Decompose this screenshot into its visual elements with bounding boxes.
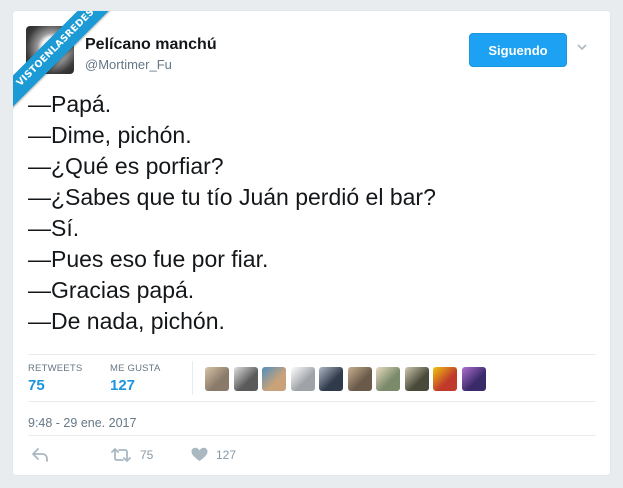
heart-icon bbox=[191, 447, 208, 461]
watermark-ribbon: VISTOENLASREDES bbox=[13, 11, 123, 121]
liker-avatar[interactable] bbox=[347, 367, 372, 391]
tweet-line: —Gracias papá. bbox=[28, 277, 195, 303]
chevron-down-icon[interactable] bbox=[576, 41, 588, 53]
following-button[interactable]: Siguendo bbox=[469, 33, 567, 67]
stats-separator bbox=[192, 361, 193, 395]
liker-avatar[interactable] bbox=[433, 367, 457, 391]
like-button[interactable]: 127 bbox=[191, 447, 236, 462]
reply-icon bbox=[32, 448, 48, 462]
retweet-count: 75 bbox=[140, 448, 154, 462]
watermark-text: VISTOENLASREDES bbox=[13, 11, 123, 116]
tweet-line: —¿Qué es porfiar? bbox=[28, 153, 224, 179]
tweet-line: —¿Sabes que tu tío Juán perdió el bar? bbox=[28, 184, 436, 210]
liker-avatar[interactable] bbox=[404, 367, 429, 391]
tweet-card: VISTOENLASREDES Pelícano manchú @Mortime… bbox=[12, 10, 611, 476]
tweet-line: —De nada, pichón. bbox=[28, 308, 225, 334]
divider bbox=[28, 354, 596, 355]
liker-avatars bbox=[205, 367, 486, 391]
liker-avatar[interactable] bbox=[461, 367, 486, 391]
likes-label: ME GUSTA bbox=[110, 363, 161, 374]
liker-avatar[interactable] bbox=[262, 367, 286, 391]
liker-avatar[interactable] bbox=[290, 367, 315, 391]
retweets-label: RETWEETS bbox=[28, 363, 83, 374]
tweet-line: —Sí. bbox=[28, 215, 80, 241]
divider bbox=[28, 435, 596, 436]
retweet-icon bbox=[111, 448, 131, 462]
liker-avatar[interactable] bbox=[233, 367, 258, 391]
tweet-timestamp[interactable]: 9:48 - 29 ene. 2017 bbox=[28, 416, 136, 430]
tweet-line: —Dime, pichón. bbox=[28, 122, 192, 148]
liker-avatar[interactable] bbox=[319, 367, 343, 391]
reply-button[interactable] bbox=[31, 447, 49, 463]
like-count: 127 bbox=[216, 447, 237, 462]
tweet-line: —Pues eso fue por fiar. bbox=[28, 246, 269, 272]
divider bbox=[28, 401, 596, 402]
liker-avatar[interactable] bbox=[376, 367, 400, 391]
retweets-count[interactable]: 75 bbox=[28, 377, 45, 394]
likes-count[interactable]: 127 bbox=[110, 377, 135, 394]
liker-avatar[interactable] bbox=[205, 367, 229, 391]
tweet-text: —Papá. —Dime, pichón. —¿Qué es porfiar? … bbox=[28, 89, 436, 337]
retweet-button[interactable]: 75 bbox=[110, 447, 153, 463]
